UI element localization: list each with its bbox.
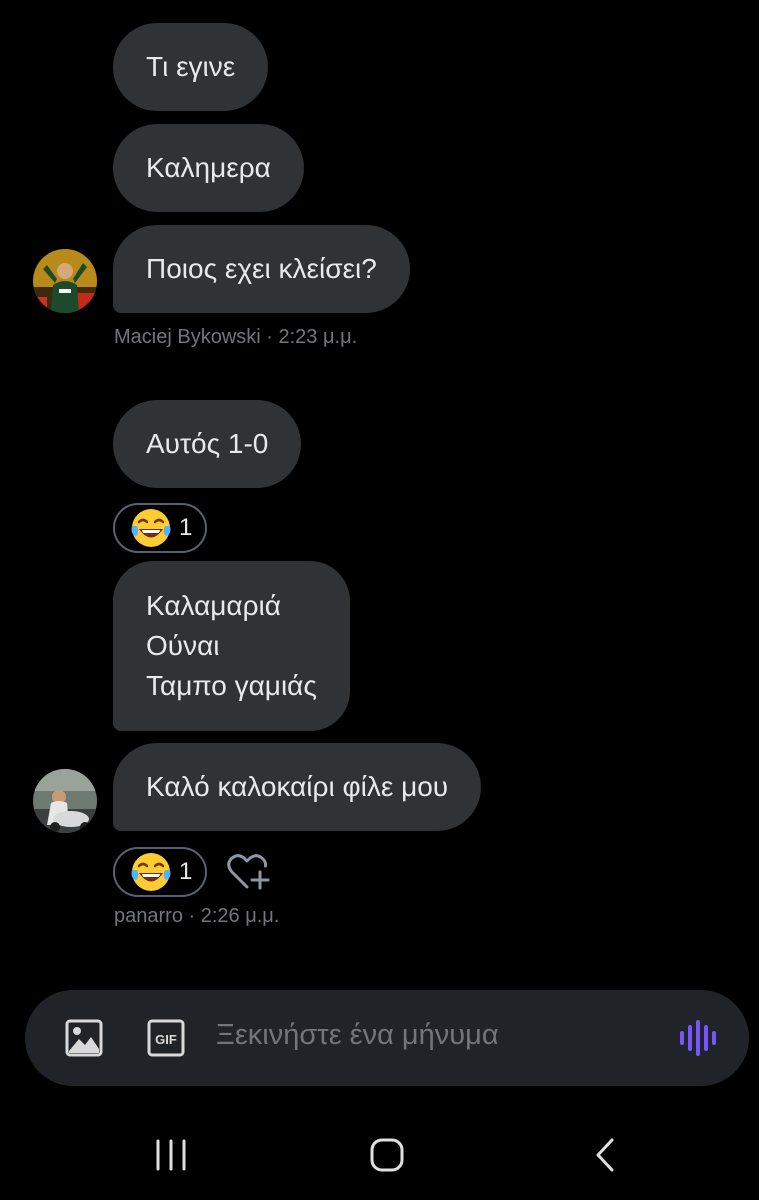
back-icon — [596, 1138, 614, 1172]
reaction-count: 1 — [179, 514, 193, 541]
message-bubble[interactable]: Αυτός 1-0 — [113, 400, 302, 488]
home-icon — [370, 1138, 404, 1172]
message-text: Αυτός 1-0 — [146, 428, 269, 459]
message-bubble[interactable]: Καλαμαριά Ούναι Ταμπο γαμιάς — [113, 561, 350, 731]
message-line: Ούναι — [146, 630, 220, 661]
message-text: Ποιος εχει κλείσει? — [146, 253, 377, 284]
message-meta: panarro · 2:26 μ.μ. — [114, 905, 279, 928]
reaction-count: 1 — [179, 858, 193, 885]
avatar-photo-icon — [33, 769, 97, 833]
avatar-photo-icon — [33, 249, 97, 313]
add-image-button[interactable] — [65, 1019, 103, 1057]
message-bubble[interactable]: Καλημερα — [113, 124, 304, 212]
message-meta: Maciej Bykowski · 2:23 μ.μ. — [114, 326, 357, 349]
message-bubble[interactable]: Καλό καλοκαίρι φίλε μου — [113, 743, 482, 831]
sender-name: panarro — [114, 905, 183, 927]
voice-message-button[interactable] — [679, 1020, 719, 1056]
timestamp: 2:26 μ.μ. — [200, 905, 280, 927]
avatar[interactable] — [33, 769, 97, 833]
message-line: Ταμπο γαμιάς — [146, 670, 317, 701]
recents-icon — [156, 1139, 186, 1171]
message-composer: GIF Ξεκινήστε ένα μήνυμα — [25, 990, 749, 1086]
gif-icon: GIF — [147, 1019, 185, 1057]
voice-message-icon — [680, 1020, 716, 1056]
image-icon — [65, 1019, 103, 1057]
meta-separator: · — [188, 905, 196, 927]
message-bubble[interactable]: Τι εγινε — [113, 23, 269, 111]
message-bubble[interactable]: Ποιος εχει κλείσει? — [113, 225, 410, 313]
message-text: Τι εγινε — [146, 51, 236, 82]
message-text: Καλό καλοκαίρι φίλε μου — [146, 771, 449, 802]
message-input[interactable]: Ξεκινήστε ένα μήνυμα — [216, 1019, 499, 1052]
reaction-pill[interactable]: 1 — [113, 503, 207, 553]
message-line: Καλαμαριά — [146, 590, 281, 621]
home-button[interactable] — [369, 1137, 405, 1173]
face-with-tears-of-joy-icon — [131, 509, 171, 547]
face-with-tears-of-joy-icon — [131, 853, 171, 891]
add-gif-button[interactable]: GIF — [147, 1019, 185, 1057]
meta-separator: · — [266, 326, 273, 348]
sender-name: Maciej Bykowski — [114, 326, 261, 348]
recents-button[interactable] — [154, 1138, 188, 1172]
gif-label: GIF — [155, 1032, 177, 1047]
back-button[interactable] — [592, 1136, 618, 1174]
message-text: Καλημερα — [146, 152, 271, 183]
heart-plus-icon — [227, 854, 270, 890]
timestamp: 2:23 μ.μ. — [278, 326, 358, 348]
avatar[interactable] — [33, 249, 97, 313]
add-reaction-button[interactable] — [226, 852, 272, 892]
reaction-pill[interactable]: 1 — [113, 847, 207, 897]
